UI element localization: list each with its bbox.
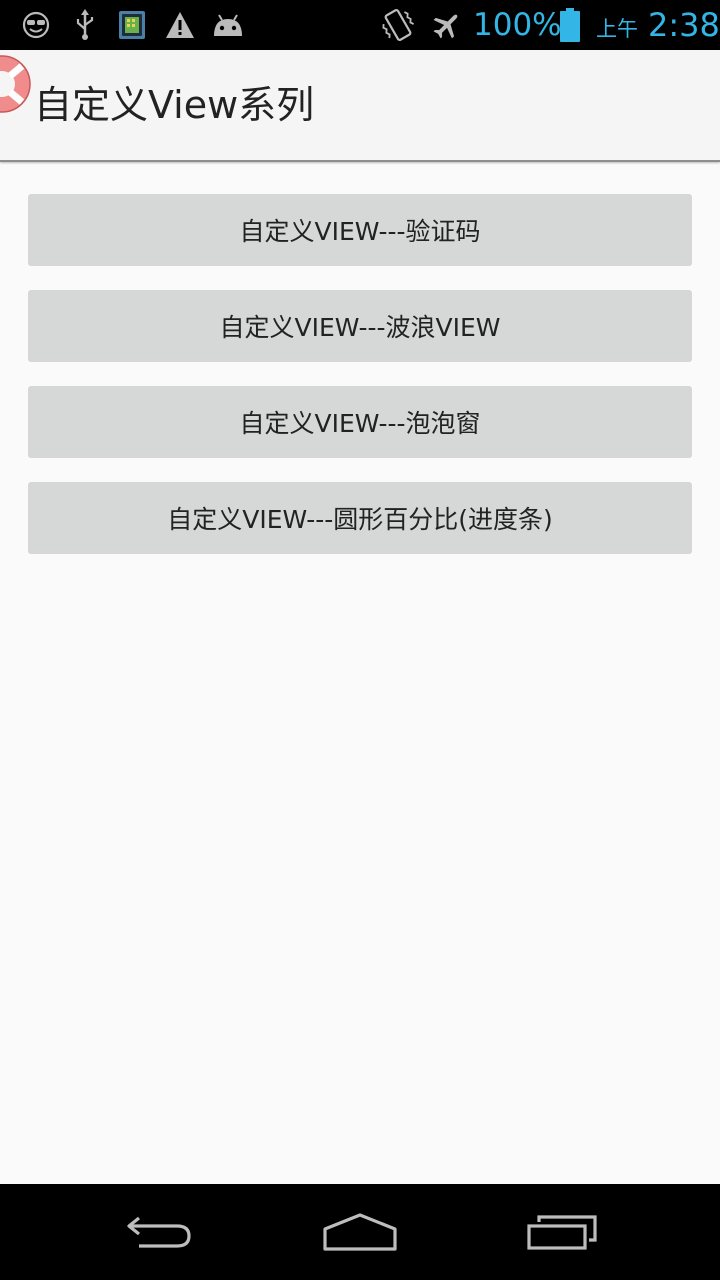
verification-code-button[interactable]: 自定义VIEW---验证码 <box>28 194 692 266</box>
vibrate-icon <box>380 0 416 50</box>
airplane-mode-icon <box>430 0 464 50</box>
circle-percent-progress-button[interactable]: 自定义VIEW---圆形百分比(进度条) <box>28 482 692 554</box>
wave-view-button[interactable]: 自定义VIEW---波浪VIEW <box>28 290 692 362</box>
action-bar: 自定义View系列 <box>0 50 720 162</box>
navigation-bar <box>0 1184 720 1280</box>
back-icon[interactable] <box>90 1184 230 1280</box>
status-bar: 100% 上午 2:38 <box>0 0 720 50</box>
home-icon[interactable] <box>290 1184 430 1280</box>
bubble-window-button[interactable]: 自定义VIEW---泡泡窗 <box>28 386 692 458</box>
sunglasses-face-icon <box>20 0 52 50</box>
recent-apps-icon[interactable] <box>492 1184 632 1280</box>
clock-time: 2:38 <box>648 6 720 44</box>
button-list: 自定义VIEW---验证码 自定义VIEW---波浪VIEW 自定义VIEW--… <box>28 194 692 578</box>
page-title: 自定义View系列 <box>34 83 315 127</box>
sim-toolkit-icon <box>115 0 149 50</box>
usb-icon <box>72 0 98 50</box>
warning-icon <box>164 0 196 50</box>
clock-ampm: 上午 <box>596 17 638 41</box>
android-icon <box>211 0 245 50</box>
battery-icon <box>558 0 582 50</box>
battery-percent: 100% <box>473 7 562 43</box>
